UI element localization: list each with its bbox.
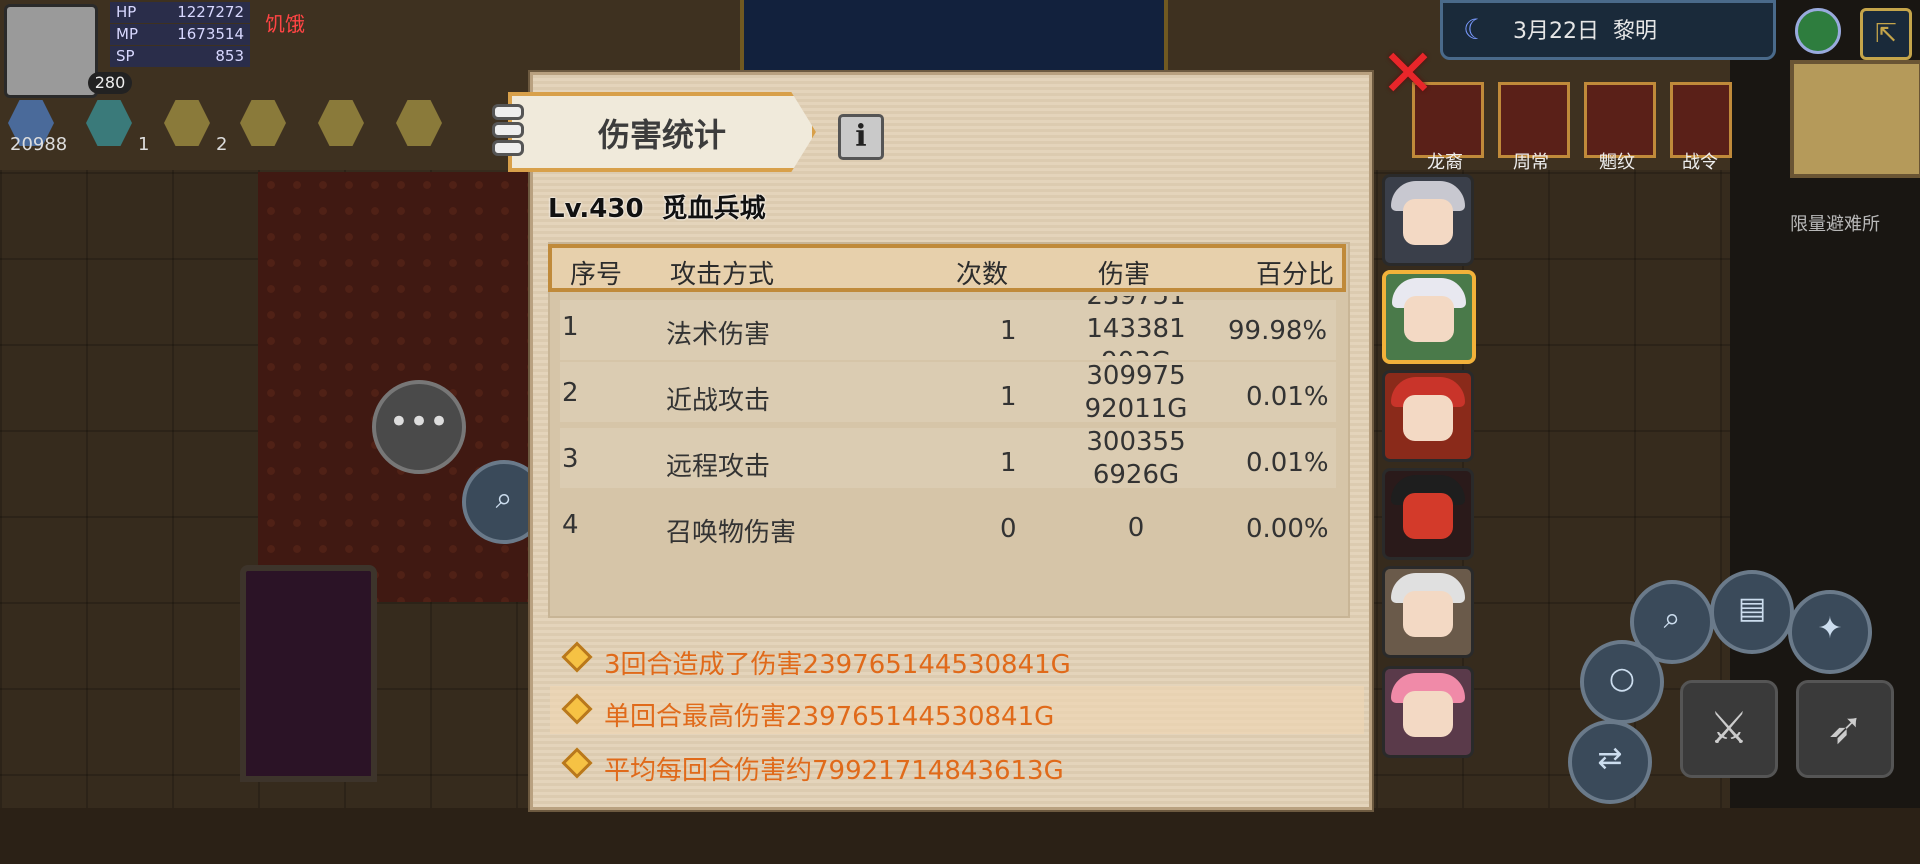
col-header-method: 攻击方式 xyxy=(670,260,775,290)
player-avatar[interactable] xyxy=(4,4,98,98)
moon-icon: ☾ xyxy=(1463,13,1489,46)
resource-bar: 20988 1 2 xyxy=(0,100,520,156)
feature-label: 龙裔 xyxy=(1427,152,1463,173)
sp-bar: SP 853 xyxy=(110,46,250,67)
chat-icon[interactable]: ••• xyxy=(372,380,466,474)
character-portrait xyxy=(1403,591,1453,637)
swap-icon[interactable]: ⇄ xyxy=(1568,720,1652,804)
resource-hex-icon[interactable] xyxy=(240,100,286,146)
row-percent: 0.01% xyxy=(1246,448,1329,478)
hp-bar: HP 1227272 xyxy=(110,2,250,23)
feature-battlepass-button[interactable] xyxy=(1670,82,1732,158)
character-portrait xyxy=(1403,395,1453,441)
mp-bar: MP 1673514 xyxy=(110,24,250,45)
resource-count: 2 xyxy=(216,134,228,155)
row-count: 0 xyxy=(1000,514,1017,544)
stage-label: Lv.430 觅血兵城 xyxy=(548,194,766,224)
binder-ring-icon xyxy=(492,122,524,138)
area-name: 限量避难所 xyxy=(1790,214,1880,235)
character-tab-2[interactable] xyxy=(1382,270,1476,364)
summary-total: 3回合造成了伤害239765144530841G xyxy=(550,634,1364,682)
date-bar: ☾ 3月22日 黎明 xyxy=(1440,0,1776,60)
character-tab-3[interactable] xyxy=(1382,370,1474,462)
feature-weekly-button[interactable] xyxy=(1498,82,1570,158)
character-portrait xyxy=(1403,691,1453,737)
character-portrait xyxy=(1404,296,1454,342)
magnifier-icon[interactable]: ○ xyxy=(1580,640,1664,724)
row-method: 远程攻击 xyxy=(666,452,771,482)
col-header-percent: 百分比 xyxy=(1256,260,1335,290)
row-percent: 0.01% xyxy=(1246,382,1329,412)
row-index: 2 xyxy=(562,378,579,408)
col-header-damage: 伤害 xyxy=(1098,260,1151,290)
diamond-bullet-icon xyxy=(561,693,593,725)
compass-icon[interactable]: ✦ xyxy=(1788,590,1872,674)
row-index: 3 xyxy=(562,444,579,474)
feature-label: 战令 xyxy=(1682,152,1718,173)
hunger-status: 饥饿 xyxy=(265,12,305,36)
row-method: 法术伤害 xyxy=(666,320,771,350)
col-header-index: 序号 xyxy=(570,260,623,290)
character-tab-1[interactable] xyxy=(1382,174,1474,266)
panel-title: 伤害统计 xyxy=(598,116,727,154)
character-portrait xyxy=(1403,199,1453,245)
row-method: 召唤物伤害 xyxy=(666,518,797,548)
row-count: 1 xyxy=(1000,316,1017,346)
resource-hex-icon[interactable] xyxy=(164,100,210,146)
row-damage: 309975 92011G xyxy=(1084,361,1188,424)
feature-rune-button[interactable] xyxy=(1584,82,1656,158)
row-percent: 99.98% xyxy=(1228,316,1328,346)
bow-icon[interactable]: ➶ xyxy=(1796,680,1894,778)
exit-icon[interactable]: ⇱ xyxy=(1860,8,1912,60)
character-tab-5[interactable] xyxy=(1382,566,1474,658)
binder-ring-icon xyxy=(492,104,524,120)
table-header xyxy=(548,244,1346,292)
book-icon[interactable]: ▤ xyxy=(1710,570,1794,654)
col-header-count: 次数 xyxy=(956,260,1009,290)
diamond-bullet-icon xyxy=(561,747,593,779)
player-level-badge: 280 xyxy=(88,72,132,94)
binder-ring-icon xyxy=(492,140,524,156)
globe-icon[interactable] xyxy=(1795,8,1841,54)
row-percent: 0.00% xyxy=(1246,514,1329,544)
character-portrait xyxy=(1403,493,1453,539)
date-label: 3月22日 黎明 xyxy=(1513,19,1658,44)
resource-count: 1 xyxy=(138,134,150,155)
resource-count: 20988 xyxy=(10,134,68,155)
feature-label: 魍纹 xyxy=(1599,152,1635,173)
feature-label: 周常 xyxy=(1513,152,1549,173)
row-damage: 300355 6926G xyxy=(1086,427,1186,490)
resource-hex-icon[interactable] xyxy=(396,100,442,146)
summary-average: 平均每回合伤害约79921714843613G xyxy=(550,740,1364,788)
row-damage: 0 xyxy=(1127,513,1145,543)
row-damage: 239751 143381 903G xyxy=(1086,296,1186,356)
character-tab-6[interactable] xyxy=(1382,666,1474,758)
row-count: 1 xyxy=(1000,382,1017,412)
minimap[interactable] xyxy=(1790,60,1920,178)
character-tab-4[interactable] xyxy=(1382,468,1474,560)
row-count: 1 xyxy=(1000,448,1017,478)
summary-max: 单回合最高伤害239765144530841G xyxy=(550,686,1364,734)
row-index: 1 xyxy=(562,312,579,342)
diamond-bullet-icon xyxy=(561,641,593,673)
info-icon[interactable]: i xyxy=(838,114,884,160)
row-index: 4 xyxy=(562,510,579,540)
resource-hex-icon[interactable] xyxy=(86,100,132,146)
sword-icon[interactable]: ⚔ xyxy=(1680,680,1778,778)
close-icon[interactable]: ✕ xyxy=(1378,41,1438,107)
resource-hex-icon[interactable] xyxy=(318,100,364,146)
row-method: 近战攻击 xyxy=(666,386,771,416)
